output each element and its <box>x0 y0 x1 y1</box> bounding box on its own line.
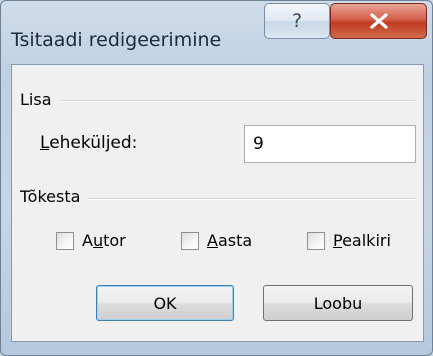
year-checkbox-label[interactable]: Aasta <box>207 231 252 250</box>
title-checkbox-label[interactable]: Pealkiri <box>333 231 391 250</box>
cancel-button[interactable]: Loobu <box>263 285 413 321</box>
suppress-group-label: Tõkesta <box>20 187 89 206</box>
add-group-label: Lisa <box>20 90 60 109</box>
year-checkbox[interactable] <box>181 232 199 250</box>
author-checkbox-label[interactable]: Autor <box>82 231 126 250</box>
pages-label-rest: eheküljed: <box>49 133 138 153</box>
pages-label: Leheküljed: <box>40 133 137 153</box>
author-checkbox[interactable] <box>56 232 74 250</box>
title-checkbox[interactable] <box>307 232 325 250</box>
ok-button[interactable]: OK <box>96 285 234 321</box>
dialog-title: Tsitaadi redigeerimine <box>11 29 222 51</box>
dialog-window: Tsitaadi redigeerimine ? Lisa Leheküljed… <box>0 0 433 356</box>
add-group-divider <box>20 100 415 102</box>
dialog-client-area: Lisa Leheküljed: 9 Tõkesta Autor Aasta P… <box>11 64 424 342</box>
pages-label-accel: L <box>40 133 50 153</box>
close-icon <box>369 13 388 29</box>
help-button[interactable]: ? <box>264 3 330 39</box>
close-button[interactable] <box>330 3 427 39</box>
pages-input[interactable]: 9 <box>244 125 416 163</box>
question-mark-icon: ? <box>291 10 303 32</box>
